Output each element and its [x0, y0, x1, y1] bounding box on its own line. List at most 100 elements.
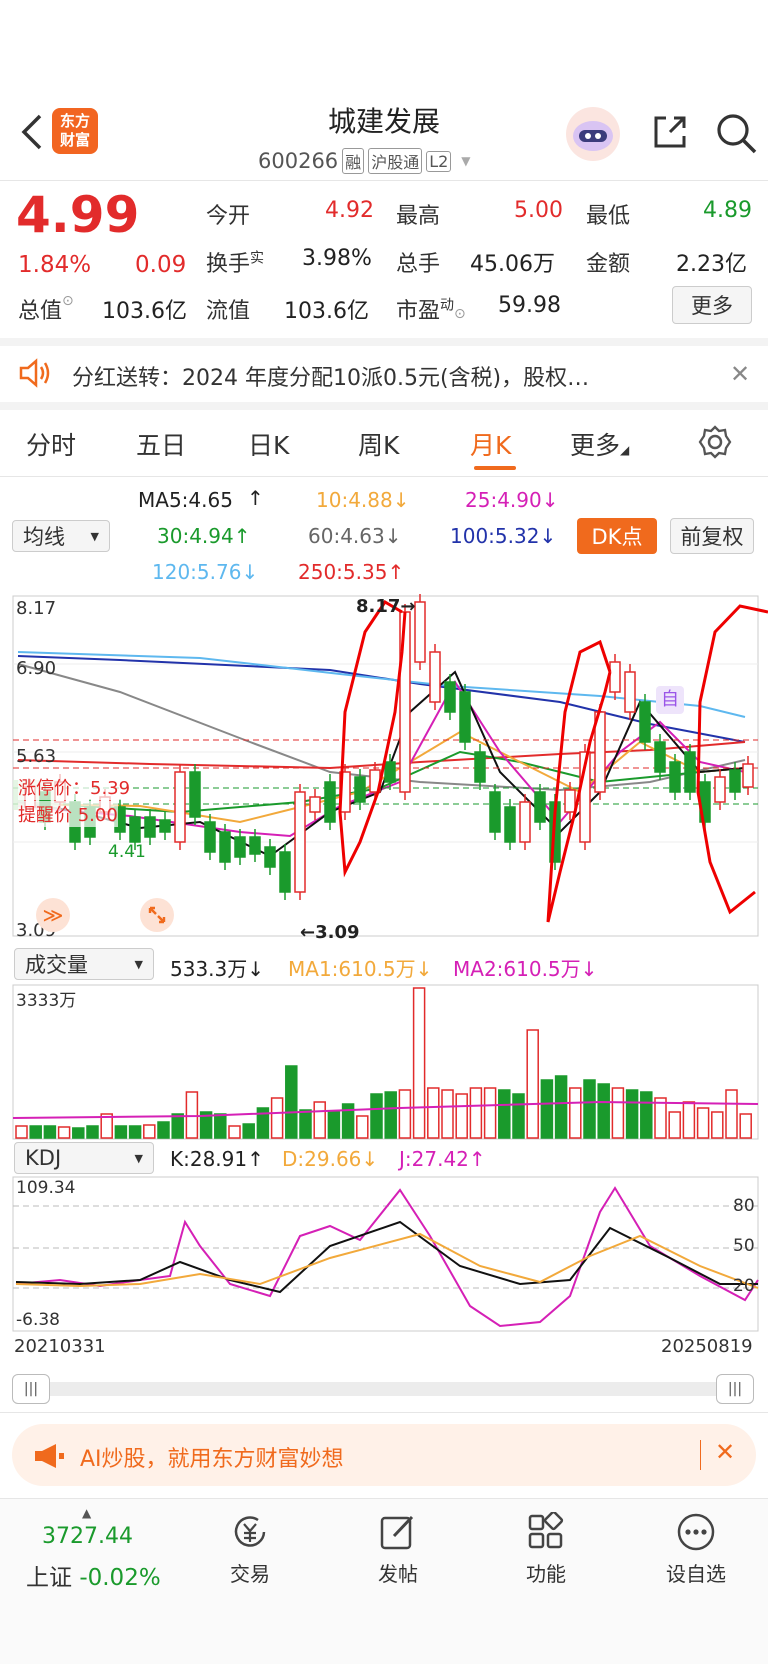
candle-body [519, 801, 531, 843]
volume-bar [57, 1126, 71, 1139]
volume-ma1-text: MA1:610.5万 [288, 957, 416, 981]
candle-body [279, 851, 291, 893]
dk-point-label: DK点 [591, 525, 643, 549]
index-change: -0.02% [79, 1565, 161, 1591]
settings-gear-icon[interactable] [697, 424, 733, 460]
volume-label: 总手 [396, 252, 441, 277]
turnover-value: 3.98% [302, 246, 372, 271]
tab-wuri[interactable]: 五日 [136, 426, 186, 462]
range-slider-track[interactable] [30, 1382, 730, 1396]
close-icon[interactable]: ✕ [730, 360, 750, 388]
kdj-chart[interactable] [0, 1176, 768, 1332]
ma30-value: 30:4.94↑ [157, 524, 251, 548]
open-label: 今开 [206, 204, 251, 229]
float-label: 流值 [206, 299, 251, 324]
volume-y-top: 3333万 [16, 991, 77, 1011]
more-dots-icon [676, 1512, 716, 1552]
date-end: 20250819 [661, 1336, 753, 1357]
volume-ma2: MA2:610.5万↓ [453, 957, 598, 981]
mktcap-label: 总值⊙ [18, 293, 74, 325]
ma30-text: 30:4.94 [157, 524, 234, 548]
volume-bar [398, 1089, 412, 1139]
range-handle-left[interactable]: ||| [12, 1374, 50, 1404]
more-button[interactable]: 更多 [672, 286, 752, 324]
tag-hgt: 沪股通 [368, 148, 423, 174]
kline-max-label: 8.17→ [356, 596, 416, 617]
info-icon[interactable]: ⊙ [62, 293, 74, 309]
index-row[interactable]: 上证 -0.02% [26, 1558, 161, 1592]
volume-bar [526, 1029, 539, 1139]
volume-bar [583, 1079, 596, 1139]
ad-close-icon[interactable]: ✕ [715, 1438, 735, 1466]
expand-icon[interactable] [140, 898, 174, 932]
kdj-selector[interactable]: KDJ ▼ [14, 1142, 154, 1174]
ma60-value: 60:4.63↓ [308, 524, 402, 548]
volume-bar [114, 1125, 128, 1139]
kline-chart[interactable] [0, 592, 768, 942]
tab-more[interactable]: 更多◢ [570, 426, 629, 462]
volume-bar [654, 1097, 667, 1139]
ad-text: AI炒股，就用东方财富妙想 [80, 1447, 344, 1472]
volume-bar [640, 1091, 653, 1139]
volume-bar [128, 1125, 142, 1139]
tab-rik[interactable]: 日K [248, 426, 289, 462]
volume-chart[interactable] [0, 984, 768, 1140]
candle-body [534, 791, 546, 823]
search-icon[interactable] [715, 112, 759, 156]
dropdown-icon[interactable]: ▼ [461, 154, 470, 168]
tab-zhouk[interactable]: 周K [358, 426, 399, 462]
volume-selector[interactable]: 成交量 ▼ [14, 948, 154, 980]
tab-active-indicator [474, 466, 516, 470]
volume-bar [412, 987, 426, 1139]
change-amt: 0.09 [135, 252, 187, 278]
candle-body [742, 763, 754, 788]
mktcap-label-text: 总值 [18, 299, 63, 324]
volume-bar [725, 1089, 738, 1139]
robot-avatar-icon[interactable] [563, 106, 623, 162]
nav-post[interactable]: 发帖 [338, 1512, 458, 1587]
adjust-button[interactable]: 前复权 [670, 518, 754, 554]
ma-selector[interactable]: 均线 ▼ [12, 520, 110, 552]
share-icon[interactable] [650, 112, 690, 152]
tab-fenshi[interactable]: 分时 [26, 426, 76, 462]
info-icon[interactable]: ⊙ [454, 306, 466, 322]
low-value: 4.89 [703, 198, 752, 223]
notice-text[interactable]: 分红送转：2024 年度分配10派0.5元(含税)，股权… [72, 360, 589, 392]
candle-body [219, 831, 231, 863]
tab-yuek[interactable]: 月K [470, 426, 511, 462]
turnover-sup: 实 [250, 250, 265, 267]
volume-bar [611, 1087, 625, 1139]
nav-watchlist-label: 设自选 [666, 1562, 726, 1586]
ma100-value: 100:5.32↓ [450, 524, 557, 548]
nav-watchlist[interactable]: 设自选 [636, 1512, 756, 1587]
kdj-level-20: 20 [733, 1276, 755, 1296]
nav-function[interactable]: 功能 [486, 1510, 606, 1587]
range-handle-right[interactable]: ||| [716, 1374, 754, 1404]
index-value[interactable]: 3727.44 [42, 1524, 133, 1549]
ma250-value: 250:5.35↑ [298, 560, 405, 584]
candle-body [684, 751, 696, 793]
ma10-text: 10:4.88 [316, 488, 393, 512]
dropdown-icon: ▼ [90, 529, 99, 543]
fast-forward-icon[interactable]: ≫ [36, 898, 70, 932]
nav-trade[interactable]: 交易 [190, 1512, 310, 1587]
dk-point-button[interactable]: DK点 [577, 518, 657, 554]
candle-body [189, 771, 201, 818]
ma100-text: 100:5.32 [450, 524, 540, 548]
ad-banner[interactable]: AI炒股，就用东方财富妙想 ✕ [12, 1424, 756, 1486]
float-value: 103.6亿 [284, 299, 369, 324]
corner-arrow-icon: ◢ [620, 443, 630, 457]
pe-value: 59.98 [498, 293, 561, 318]
candle-body [564, 789, 576, 813]
kline-min-label: ←3.09 [300, 922, 360, 943]
volume-ma2-text: MA2:610.5万 [453, 957, 581, 981]
volume-bar [15, 1125, 28, 1139]
volume-bar [469, 1087, 483, 1139]
volume-bar [228, 1125, 241, 1139]
remind-price-label: 提醒价 5.00 [18, 801, 118, 827]
ma120-text: 120:5.76 [152, 560, 242, 584]
volume-bar [682, 1101, 696, 1139]
volume-bar [313, 1101, 326, 1139]
volume-bar [86, 1125, 99, 1139]
ma25-text: 25:4.90 [465, 488, 542, 512]
